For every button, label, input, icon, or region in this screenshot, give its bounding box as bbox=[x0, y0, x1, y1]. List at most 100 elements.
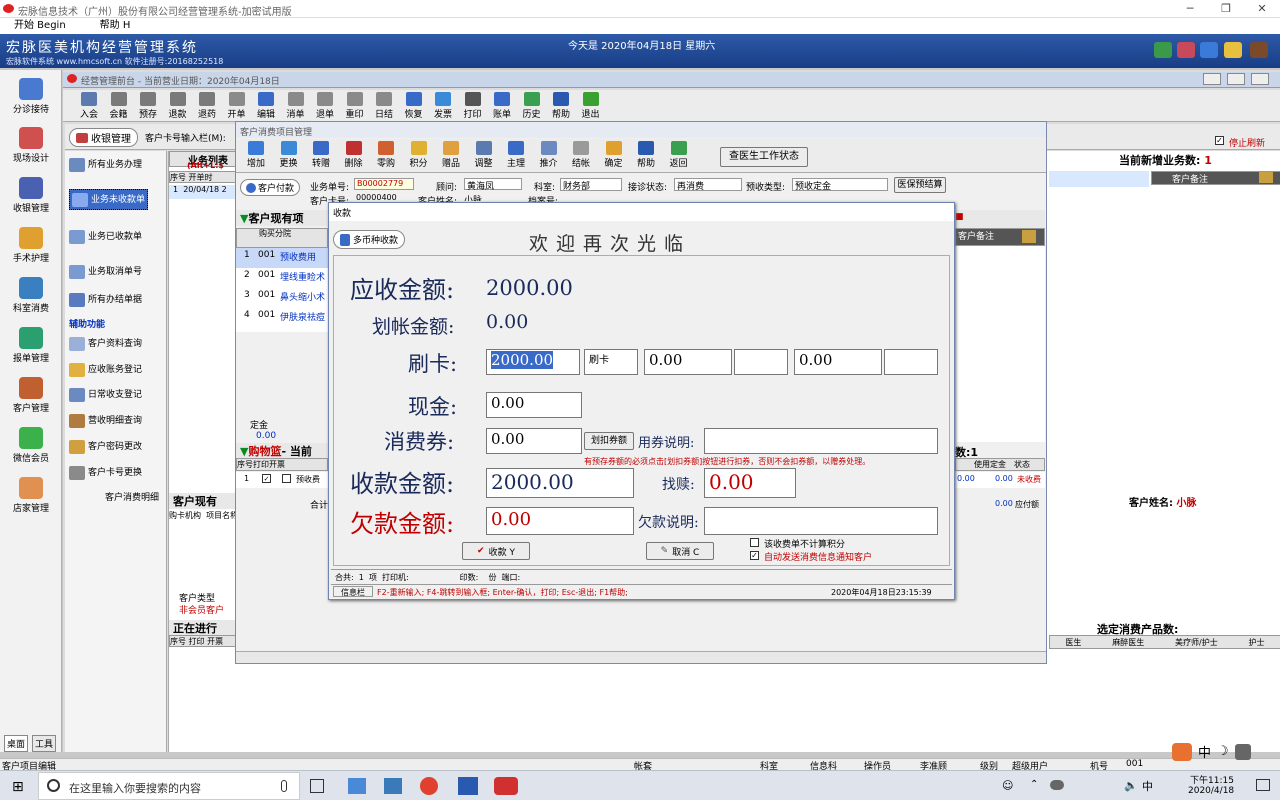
word-icon[interactable] bbox=[458, 777, 478, 795]
owed-note-input[interactable] bbox=[704, 507, 938, 535]
voucher-note-input[interactable] bbox=[704, 428, 938, 454]
side-unpaid[interactable]: 业务未收款单 bbox=[69, 189, 149, 210]
aux-detail[interactable]: 客户消费明细 bbox=[105, 490, 159, 503]
task-view-icon[interactable] bbox=[310, 779, 324, 793]
confirm-pay-button[interactable]: ✔ 收款 Y bbox=[462, 542, 530, 560]
consume-toolbar-btn-1[interactable]: 更换 bbox=[275, 141, 303, 169]
toolbar-btn-4[interactable]: 退药 bbox=[193, 92, 221, 120]
cash-input[interactable]: 0.00 bbox=[486, 392, 582, 418]
heart-icon[interactable] bbox=[1177, 42, 1195, 58]
consume-toolbar-btn-12[interactable]: 帮助 bbox=[632, 141, 660, 169]
tab-tools[interactable]: 工具 bbox=[32, 735, 57, 752]
cashier-mgmt-button[interactable]: 收银管理 bbox=[69, 128, 138, 147]
aux-daily[interactable]: 日常收支登记 bbox=[69, 387, 142, 402]
toolbar-btn-17[interactable]: 退出 bbox=[577, 92, 605, 120]
close-icon[interactable]: ✕ bbox=[1244, 0, 1280, 18]
multi-currency-button[interactable]: 多币种收款 bbox=[333, 230, 406, 249]
consume-toolbar-btn-7[interactable]: 调整 bbox=[470, 141, 498, 169]
toolbar-btn-6[interactable]: 编辑 bbox=[252, 92, 280, 120]
nav-cashier[interactable]: 收银管理 bbox=[4, 177, 58, 214]
consultant-field[interactable]: 黄海凤 bbox=[464, 178, 522, 192]
volume-icon[interactable]: 🔈 bbox=[1124, 779, 1138, 792]
toolbar-btn-7[interactable]: 消单 bbox=[282, 92, 310, 120]
toolbar-btn-12[interactable]: 发票 bbox=[429, 92, 457, 120]
card-type3-input[interactable] bbox=[884, 349, 938, 375]
nav-wechat[interactable]: 微信会员 bbox=[4, 427, 58, 464]
cloud-icon[interactable] bbox=[1050, 780, 1064, 790]
toolbar-btn-14[interactable]: 账单 bbox=[488, 92, 516, 120]
insurance-button[interactable]: 医保预结算 bbox=[894, 177, 946, 193]
collected-input[interactable]: 2000.00 bbox=[486, 468, 634, 498]
taskbar-app-1-icon[interactable] bbox=[348, 778, 366, 794]
notification-icon[interactable] bbox=[1256, 779, 1270, 791]
aux-customer-query[interactable]: 客户资料查询 bbox=[69, 336, 142, 351]
toolbar-btn-15[interactable]: 历史 bbox=[518, 92, 546, 120]
menu-begin[interactable]: 开始 Begin bbox=[14, 18, 66, 34]
consume-toolbar-btn-11[interactable]: 确定 bbox=[600, 141, 628, 169]
stop-refresh-checkbox[interactable]: ✓ bbox=[1215, 136, 1224, 145]
voucher-deduct-button[interactable]: 划扣券额 bbox=[584, 432, 634, 450]
voucher-input[interactable]: 0.00 bbox=[486, 428, 582, 454]
item-row-3[interactable]: 3 001 鼻头缩小术 bbox=[236, 288, 328, 308]
toolbar-btn-2[interactable]: 预存 bbox=[134, 92, 162, 120]
toolbar-btn-8[interactable]: 退单 bbox=[311, 92, 339, 120]
card-type2-input[interactable] bbox=[734, 349, 788, 375]
child-close-icon[interactable] bbox=[1251, 73, 1269, 85]
consume-hscrollbar[interactable] bbox=[236, 651, 1046, 663]
side-paid[interactable]: 业务已收款单 bbox=[69, 229, 142, 244]
chrome-icon[interactable] bbox=[420, 777, 438, 795]
consume-toolbar-btn-9[interactable]: 推介 bbox=[535, 141, 563, 169]
menu-help[interactable]: 帮助 H bbox=[100, 18, 131, 34]
aux-password[interactable]: 客户密码更改 bbox=[69, 439, 142, 454]
card-no-field[interactable]: 00000400 bbox=[354, 193, 414, 201]
card-type-input[interactable]: 刷卡 bbox=[584, 349, 638, 375]
item-row-2[interactable]: 2 001 埋线重睑术 bbox=[236, 268, 328, 288]
child-minimize-icon[interactable] bbox=[1203, 73, 1221, 85]
minimize-icon[interactable]: ─ bbox=[1172, 0, 1208, 18]
card-amount3-input[interactable]: 0.00 bbox=[794, 349, 882, 375]
toolbar-btn-16[interactable]: 帮助 bbox=[547, 92, 575, 120]
order-no-field[interactable]: B00002779 bbox=[354, 178, 414, 190]
change-input[interactable]: 0.00 bbox=[704, 468, 796, 498]
no-points-checkbox[interactable] bbox=[750, 538, 759, 547]
cust-note-edit-icon[interactable] bbox=[1022, 230, 1036, 243]
toolbar-btn-10[interactable]: 日结 bbox=[370, 92, 398, 120]
toolbar-btn-13[interactable]: 打印 bbox=[459, 92, 487, 120]
nav-report[interactable]: 报单管理 bbox=[4, 327, 58, 364]
hmc-app-icon[interactable] bbox=[494, 777, 518, 795]
toolbar-btn-5[interactable]: 开单 bbox=[223, 92, 251, 120]
maximize-icon[interactable]: ❐ bbox=[1208, 0, 1244, 18]
exit-door-icon[interactable] bbox=[1250, 42, 1268, 58]
nav-surgery[interactable]: 手术护理 bbox=[4, 227, 58, 264]
tray-people-icon[interactable]: ☺ bbox=[1002, 779, 1013, 792]
note-edit-icon[interactable] bbox=[1259, 172, 1273, 183]
item-row-4[interactable]: 4 001 伊肤泉祛痘 bbox=[236, 308, 328, 328]
cancel-button[interactable]: ✎ 取消 C bbox=[646, 542, 714, 560]
toolbar-btn-0[interactable]: 入会 bbox=[75, 92, 103, 120]
aux-card-change[interactable]: 客户卡号更换 bbox=[69, 465, 142, 480]
folder-icon[interactable] bbox=[1224, 42, 1242, 58]
toolbar-btn-1[interactable]: 会籍 bbox=[105, 92, 133, 120]
taskbar-app-2-icon[interactable] bbox=[384, 778, 402, 794]
consume-toolbar-btn-8[interactable]: 主理 bbox=[502, 141, 530, 169]
side-all-business[interactable]: 所有业务办理 bbox=[69, 157, 142, 172]
child-restore-icon[interactable] bbox=[1227, 73, 1245, 85]
tray-chevron-icon[interactable]: ⌃ bbox=[1030, 779, 1038, 790]
consume-toolbar-btn-10[interactable]: 结帐 bbox=[567, 141, 595, 169]
toolbar-btn-9[interactable]: 重印 bbox=[341, 92, 369, 120]
consume-toolbar-btn-4[interactable]: 零购 bbox=[372, 141, 400, 169]
aux-receivable[interactable]: 应收账务登记 bbox=[69, 362, 142, 377]
prepay-select[interactable]: 预收定金 bbox=[792, 178, 888, 192]
side-cancelled[interactable]: 业务取消单号 bbox=[69, 264, 142, 279]
tab-desktop[interactable]: 桌面 bbox=[4, 735, 29, 752]
cart-row[interactable]: 1 ✓ 预收费 bbox=[236, 472, 328, 488]
taskbar-search[interactable]: 在这里输入你要搜索的内容 bbox=[38, 772, 300, 800]
refresh-icon[interactable] bbox=[1200, 42, 1218, 58]
sogou-icon[interactable] bbox=[1172, 742, 1192, 761]
customer-pay-button[interactable]: 客户付款 bbox=[240, 179, 301, 196]
consume-toolbar-btn-2[interactable]: 转赠 bbox=[307, 141, 335, 169]
card-amount-input[interactable]: 2000.00 bbox=[486, 349, 580, 375]
ime-lang[interactable]: 中 bbox=[1198, 742, 1211, 761]
aux-revenue[interactable]: 营收明细查询 bbox=[69, 413, 142, 428]
owed-input[interactable]: 0.00 bbox=[486, 507, 634, 535]
